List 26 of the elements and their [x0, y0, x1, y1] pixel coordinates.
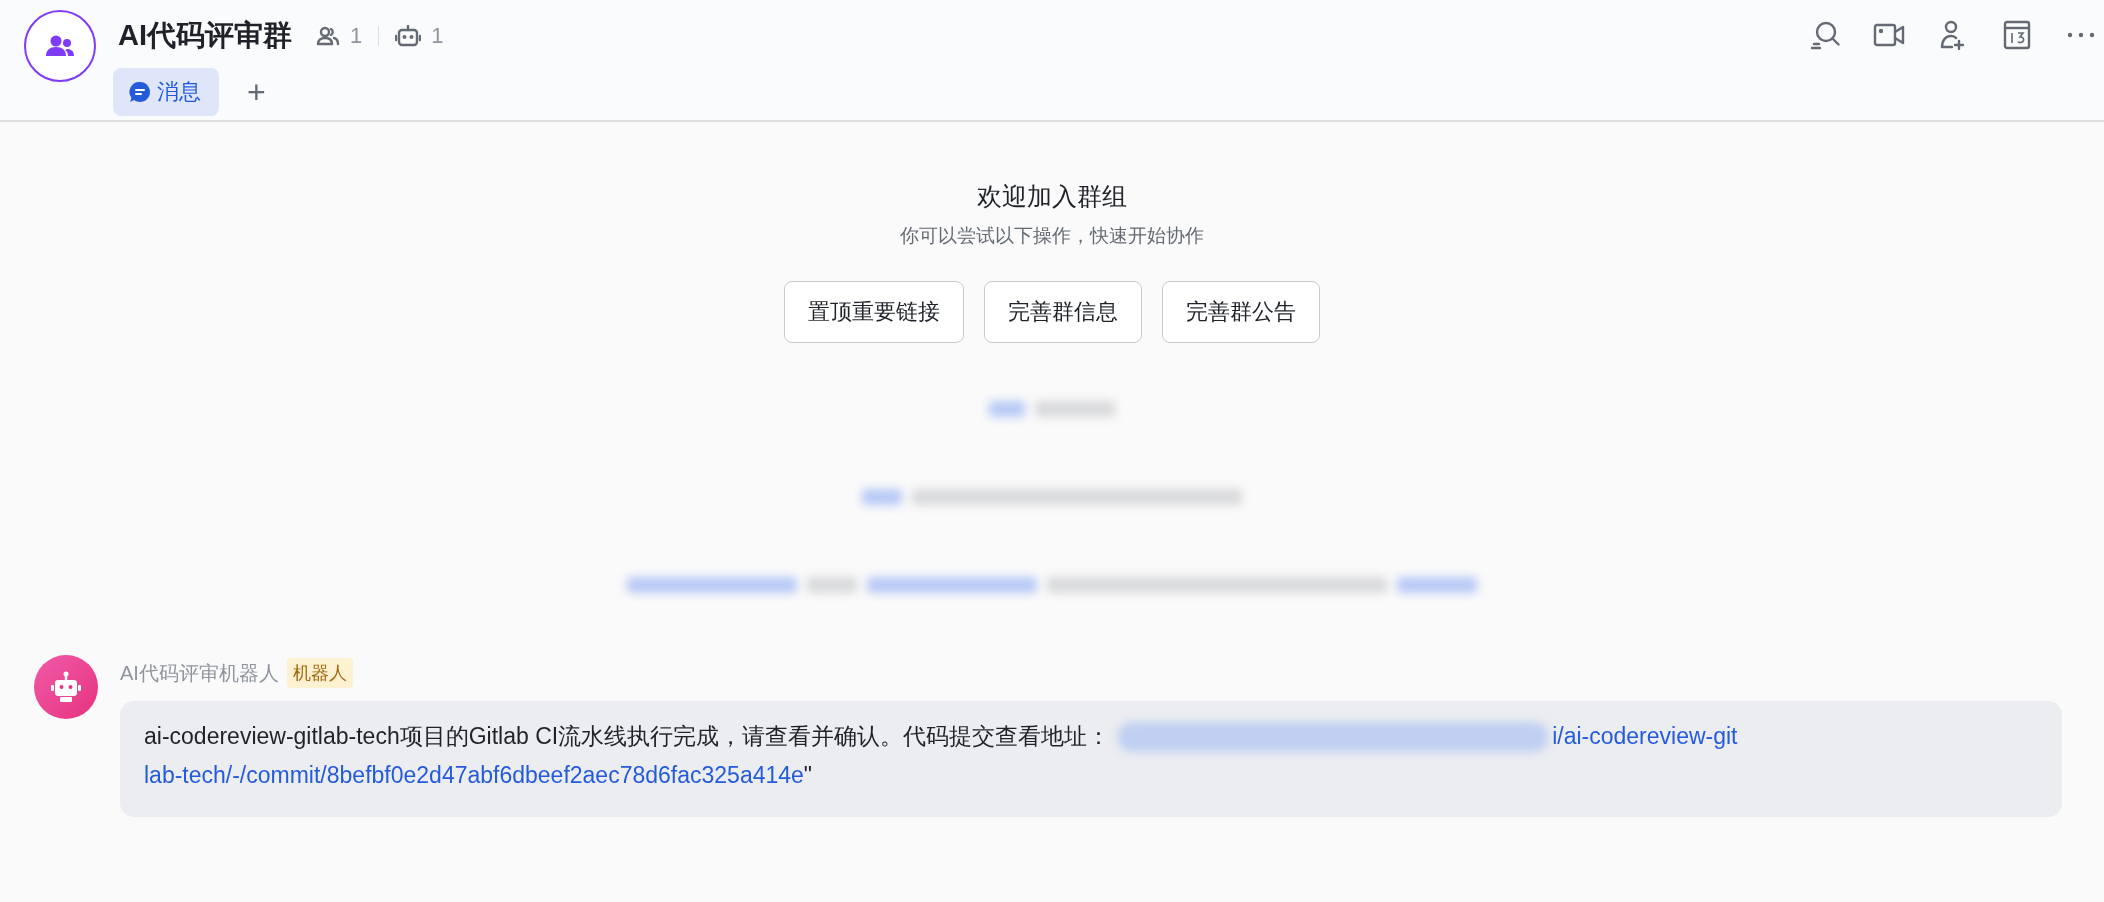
closing-quote: " [803, 761, 812, 790]
robot-icon [51, 671, 81, 703]
commit-link[interactable]: lab-tech/-/commit/8befbf0e2d47abf6dbeef2aec78d6fac325a414e [144, 756, 804, 795]
group-title: AI代码评审群 [118, 18, 292, 53]
calendar-icon [2003, 20, 2031, 50]
commit-link[interactable]: i/ai-codereview-git [1552, 717, 1738, 756]
action-button[interactable]: 置顶重要链接 [784, 281, 964, 343]
add-person-icon [1939, 20, 1967, 50]
add-tab-button[interactable]: + [243, 73, 270, 111]
welcome-subtitle: 你可以尝试以下操作，快速开始协作 [900, 224, 1204, 248]
more-icon [2067, 32, 2095, 38]
welcome-title: 欢迎加入群组 [977, 181, 1127, 212]
bot-count: 1 [431, 23, 444, 49]
action-button[interactable]: 完善群公告 [1162, 281, 1320, 343]
chat-bubble-icon [129, 81, 151, 103]
people-icon [45, 35, 75, 57]
search-icon [1809, 20, 1841, 50]
video-camera-icon [1873, 22, 1905, 48]
bot-badge: 机器人 [286, 658, 353, 688]
robot-icon [395, 25, 422, 47]
message-text: ai-codereview-gitlab-tech项目的Gitlab CI流水线执行完成，请查看并确认。代码提交查看地址： [144, 722, 1111, 751]
messages-tab[interactable]: 消息 [113, 68, 219, 116]
action-button[interactable]: 完善群信息 [984, 281, 1142, 343]
sender-name: AI代码评审机器人 [120, 660, 279, 686]
members-icon [316, 26, 340, 46]
member-count: 1 [350, 23, 363, 49]
